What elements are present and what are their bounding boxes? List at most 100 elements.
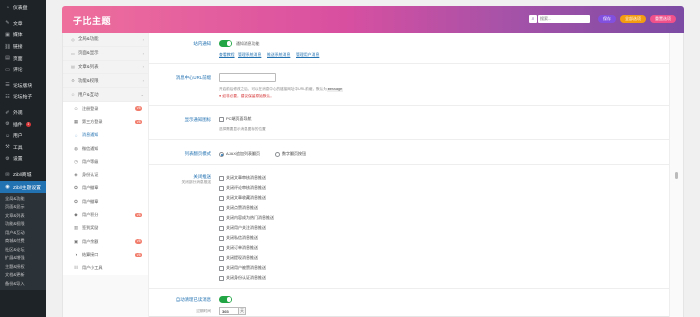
disable-msg-option[interactable]: 关闭文章审核消息推送 [219, 175, 266, 181]
link-tutorial[interactable]: 查看教程 [219, 52, 235, 58]
menu-users[interactable]: ☺ 用户 [0, 130, 46, 142]
disable-msg-option[interactable]: 关闭私信消息推送 [219, 235, 258, 241]
menu-dashboard[interactable]: ◔ 仪表盘 [0, 2, 46, 14]
menu-pages[interactable]: ▤ 页面 [0, 52, 46, 64]
checkbox-box[interactable] [219, 195, 224, 201]
nav-group-pages[interactable]: ▭ 页面&显示 › [63, 46, 148, 61]
submenu-item[interactable]: 社区&论坛 [0, 246, 46, 255]
submenu-item[interactable]: 全局&功能 [0, 195, 46, 204]
theme-icon: ◉ [5, 184, 10, 191]
nav-sub-auth[interactable]: ◈ 身份认证 [63, 168, 148, 182]
disable-msg-option[interactable]: 关闭身份认证消息推送 [219, 275, 266, 281]
nav-sub-points[interactable]: ◆ 用户积分 V8 [63, 208, 148, 222]
scrollbar[interactable] [669, 33, 683, 317]
checkbox-box[interactable] [219, 215, 224, 221]
disable-msg-option[interactable]: 关闭用户被赞消息推送 [219, 265, 266, 271]
submenu-item[interactable]: 文档&更新 [0, 271, 46, 280]
menu-posts[interactable]: ✎ 文章 [0, 18, 46, 30]
checkbox-box[interactable] [219, 185, 224, 191]
nav-sub-medal[interactable]: ✪ 用户徽章 [63, 181, 148, 196]
topic-icon: ☷ [5, 93, 10, 100]
nav-group-permissions[interactable]: ⚙ 功能&权限 › [63, 74, 148, 89]
checkbox-box[interactable] [219, 255, 224, 261]
save-button[interactable]: 保存 [598, 14, 616, 23]
menu-plugins[interactable]: ⚙ 插件 1 [0, 118, 46, 130]
nav-sub-message[interactable]: ◌ 消息通知 [63, 128, 148, 142]
auto-clean-days-stepper[interactable]: 天 [219, 307, 246, 315]
nav-sub-balance[interactable]: ▣ 用户余额 V8 [63, 234, 148, 249]
search-input[interactable] [538, 14, 590, 23]
radio-dot[interactable] [219, 151, 224, 157]
link-icon: ⛓ [4, 43, 11, 50]
grid-icon: ▦ [73, 118, 79, 124]
checkbox-box[interactable] [219, 235, 224, 241]
submenu-item[interactable]: 功能&权限 [0, 220, 46, 229]
menu-media[interactable]: ▣ 媒体 [0, 29, 46, 41]
link-manage-system-msg[interactable]: 管理系统消息 [238, 52, 261, 58]
nav-sub-register[interactable]: ☺ 注册登录 V8 [63, 101, 148, 116]
disable-msg-option[interactable]: 关闭订单消息推送 [219, 245, 258, 251]
checkbox-box[interactable] [219, 265, 224, 271]
page-icon: ▭ [71, 50, 75, 56]
msg-url-label: 消息中心URL前缀 [175, 75, 211, 80]
reset-button[interactable]: 重置选项 [650, 14, 676, 23]
submenu-item[interactable]: 备份&导入 [0, 280, 46, 289]
menu-tools[interactable]: ⚒ 工具 [0, 142, 46, 154]
link-manage-user-msg[interactable]: 管理用户消息 [296, 52, 319, 58]
submenu-item[interactable]: 页面&显示 [0, 203, 46, 212]
disable-msg-option[interactable]: 关闭用户关注消息推送 [219, 225, 266, 231]
chevron-down-icon: ⌄ [140, 92, 144, 98]
scrollbar-thumb[interactable] [675, 172, 678, 179]
menu-forums[interactable]: ☰ 论坛版块 [0, 80, 46, 92]
nav-sub-medal-2[interactable]: ✪ 用户徽章 [63, 195, 148, 209]
menu-settings[interactable]: ⚙ 设置 [0, 153, 46, 165]
nav-sub-wechat[interactable]: ◍ 微信通知 [63, 141, 148, 156]
disable-msg-option[interactable]: 关闭评论审核消息推送 [219, 185, 266, 191]
search-icon[interactable]: ⌕ [529, 14, 537, 23]
submenu-item[interactable]: 文章&列表 [0, 212, 46, 221]
menu-comments[interactable]: ▭ 评论 [0, 64, 46, 76]
menu-theme-settings[interactable]: ◉ Zibll主题设置 [0, 181, 46, 193]
days-unit: 天 [239, 307, 246, 315]
disable-msg-option[interactable]: 关闭点赞消息推送 [219, 205, 258, 211]
disable-msg-option[interactable]: 关闭文章收藏消息推送 [219, 195, 266, 201]
disable-msg-option[interactable]: 关闭内容成为热门消息推送 [219, 215, 274, 221]
float-badge-checkbox[interactable]: PC端页面导航 [219, 116, 252, 122]
radio-dot[interactable] [275, 151, 280, 157]
nav-group-users[interactable]: ☺ 用户&互动 ⌄ [63, 88, 148, 102]
checkbox-box[interactable] [219, 275, 224, 281]
disable-msg-sublabel: 关闭部分消息推送 [181, 180, 212, 184]
checkbox-box[interactable] [219, 245, 224, 251]
nav-sub-widget[interactable]: ☷ 用户小工具 [63, 261, 148, 275]
menu-links[interactable]: ⛓ 链接 [0, 41, 46, 53]
auto-clean-days-input[interactable] [219, 307, 239, 315]
checkbox-box[interactable] [219, 205, 224, 211]
nav-sub-settlement[interactable]: ◑ 结算接口 V8 [63, 248, 148, 262]
msg-url-input[interactable] [219, 73, 276, 82]
list-mode-ajax-radio[interactable]: AJAX追加列表翻页 [219, 151, 260, 157]
submenu-item[interactable]: 扩展&增强 [0, 254, 46, 263]
menu-topics[interactable]: ☷ 论坛帖子 [0, 91, 46, 103]
nav-sub-oauth[interactable]: ▦ 第三方登录 V8 [63, 115, 148, 129]
auto-clean-toggle[interactable] [219, 296, 232, 303]
submenu-item[interactable]: 用户&互动 [0, 229, 46, 238]
nav-sub-level[interactable]: ◷ 用户等级 [63, 155, 148, 169]
list-mode-number-radio[interactable]: 数字翻页按钮 [275, 151, 306, 157]
link-push-system-msg[interactable]: 推送系统消息 [267, 52, 290, 58]
checkbox-box[interactable] [219, 116, 224, 122]
version-badge: V8 [135, 119, 142, 125]
submenu-item[interactable]: 主题&授权 [0, 263, 46, 272]
site-msg-toggle[interactable] [219, 40, 232, 47]
checkbox-box[interactable] [219, 225, 224, 231]
menu-shop[interactable]: ✉ Zibll商城 [0, 169, 46, 181]
nav-sub-checkin[interactable]: ▥ 签到奖励 [63, 221, 148, 235]
nav-group-global[interactable]: ◎ 全局&功能 › [63, 33, 148, 47]
all-options-button[interactable]: 全部选项 [620, 14, 646, 23]
shop-icon: ✉ [5, 171, 10, 178]
disable-msg-option[interactable]: 关闭提现消息推送 [219, 255, 258, 261]
submenu-item[interactable]: 商城&付费 [0, 237, 46, 246]
checkbox-box[interactable] [219, 175, 224, 181]
medal-icon: ✪ [74, 185, 78, 191]
menu-appearance[interactable]: ✐ 外观 [0, 107, 46, 119]
nav-group-posts[interactable]: ▤ 文章&列表 › [63, 60, 148, 75]
